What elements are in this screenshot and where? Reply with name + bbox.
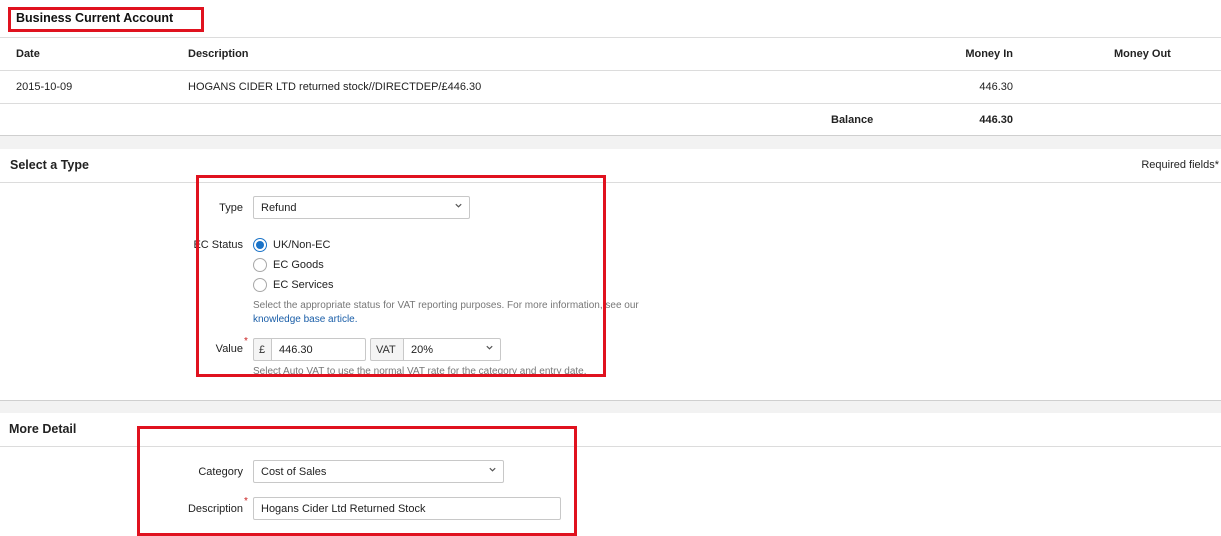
required-asterisk: * [244, 336, 248, 347]
row-money-in: 446.30 [979, 81, 1013, 93]
section-title-more-detail: More Detail [9, 422, 77, 436]
row-date: 2015-10-09 [16, 81, 73, 93]
radio-uk-non-ec[interactable] [253, 238, 267, 252]
description-input[interactable]: Hogans Cider Ltd Returned Stock [253, 497, 561, 520]
category-select[interactable]: Cost of Sales [253, 460, 504, 483]
category-select-value: Cost of Sales [261, 466, 327, 478]
chevron-down-icon [486, 345, 493, 350]
section-title-select-type: Select a Type [10, 158, 89, 172]
radio-ec-services[interactable] [253, 278, 267, 292]
vat-addon: VAT [370, 338, 404, 361]
radio-ec-goods[interactable] [253, 258, 267, 272]
currency-addon: £ [253, 338, 272, 361]
required-fields-note: Required fields* [1141, 159, 1219, 171]
value-label: Value [215, 343, 243, 355]
category-label: Category [198, 466, 243, 478]
vat-help-text: Select Auto VAT to use the normal VAT ra… [253, 366, 587, 377]
ec-status-label: EC Status [193, 239, 243, 251]
divider [0, 103, 1221, 104]
radio-label-ec-goods[interactable]: EC Goods [273, 259, 324, 271]
chevron-down-icon [455, 203, 462, 208]
required-asterisk: * [244, 496, 248, 507]
type-select-value: Refund [261, 202, 297, 214]
divider [0, 37, 1221, 38]
divider [0, 182, 1221, 183]
divider [0, 446, 1221, 447]
column-header-description[interactable]: Description [188, 48, 249, 60]
vat-rate-select[interactable]: 20% [403, 338, 501, 361]
type-label: Type [219, 202, 243, 214]
row-description: HOGANS CIDER LTD returned stock//DIRECTD… [188, 81, 482, 93]
chevron-down-icon [489, 467, 496, 472]
column-header-money-out[interactable]: Money Out [1114, 48, 1171, 60]
type-select[interactable]: Refund [253, 196, 470, 219]
value-amount-input[interactable]: 446.30 [271, 338, 366, 361]
knowledge-base-link[interactable]: knowledge base article. [253, 314, 358, 325]
vat-rate-value: 20% [411, 344, 434, 356]
radio-label-uk-non-ec[interactable]: UK/Non-EC [273, 239, 330, 251]
column-header-date[interactable]: Date [16, 48, 40, 60]
section-separator [0, 400, 1221, 413]
ec-status-help-text: Select the appropriate status for VAT re… [253, 300, 639, 311]
column-header-money-in[interactable]: Money In [900, 48, 1013, 60]
balance-label: Balance [831, 114, 874, 126]
description-label: Description [187, 503, 243, 515]
balance-value: 446.30 [979, 114, 1013, 126]
section-separator [0, 135, 1221, 149]
account-title: Business Current Account [16, 11, 174, 25]
radio-label-ec-services[interactable]: EC Services [273, 279, 334, 291]
divider [0, 70, 1221, 71]
